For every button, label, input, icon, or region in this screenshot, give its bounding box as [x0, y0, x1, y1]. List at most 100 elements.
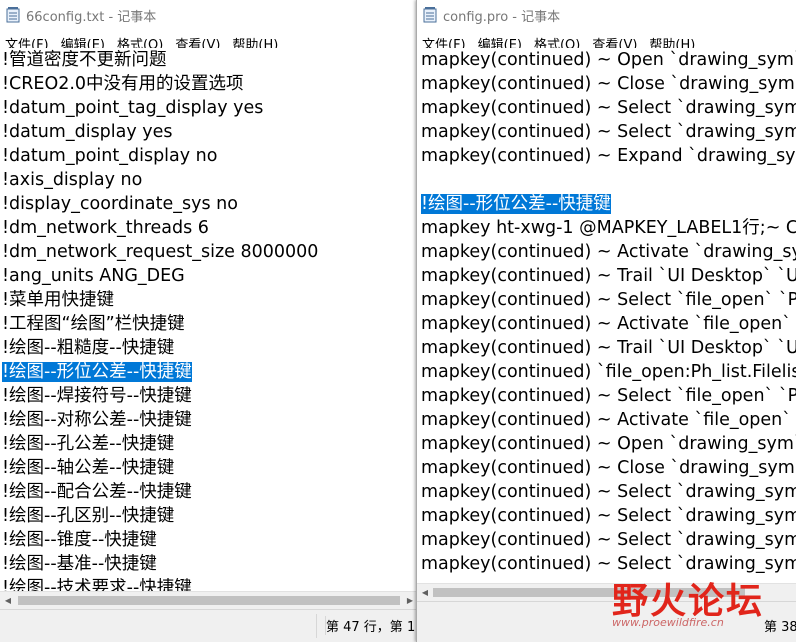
- text-line: !绘图--基准--快捷键: [0, 552, 418, 576]
- text-line: !ang_units ANG_DEG: [0, 264, 418, 288]
- text-line-content: mapkey(continued) ~ Select `file_open` `…: [421, 290, 796, 310]
- text-line: mapkey(continued) ~ Open `drawing_sym` `: [417, 432, 796, 456]
- title-bar[interactable]: 66config.txt - 记事本: [0, 0, 418, 30]
- text-line-content: mapkey(continued) ~ Activate `file_open`…: [421, 410, 796, 430]
- text-line-content: !绘图--技术要求--快捷键: [2, 578, 192, 592]
- text-line: mapkey(continued) `file_open:Ph_list.Fil…: [417, 360, 796, 384]
- scrollbar-thumb[interactable]: [18, 596, 400, 605]
- text-line-content: !管道密度不更新问题: [2, 50, 167, 70]
- text-line-content: mapkey(continued) ~ Activate `drawing_sy…: [421, 242, 796, 262]
- cursor-position: 第 47 行，第 1: [325, 616, 415, 635]
- window-title: 66config.txt - 记事本: [26, 9, 157, 25]
- text-line: !菜单用快捷键: [0, 288, 418, 312]
- window-title: config.pro - 记事本: [443, 9, 561, 25]
- text-line: mapkey(continued) ~ Select `drawing_sym`…: [417, 552, 796, 576]
- text-line-content: !绘图--粗糙度--快捷键: [2, 338, 175, 358]
- text-line-content: !绘图--锥度--快捷键: [2, 530, 157, 550]
- text-line: !绘图--技术要求--快捷键: [0, 576, 418, 592]
- scrollbar-thumb[interactable]: [433, 588, 745, 597]
- notepad-icon: [423, 7, 437, 23]
- text-line: !绘图--对称公差--快捷键: [0, 408, 418, 432]
- text-editor[interactable]: !管道密度不更新问题 !CREO2.0中没有用的设置选项 !datum_point_…: [0, 48, 418, 592]
- text-line: !绘图--锥度--快捷键: [0, 528, 418, 552]
- text-line-content: mapkey(continued) ~ Close `drawing_sym` …: [421, 74, 796, 94]
- text-line-content: !display_coordinate_sys no: [2, 194, 238, 214]
- text-line: !绘图--形位公差--快捷键: [0, 360, 418, 384]
- text-line: !绘图--粗糙度--快捷键: [0, 336, 418, 360]
- text-line: mapkey(continued) ~ Select `file_open` `…: [417, 384, 796, 408]
- text-line-content: !绘图--形位公差--快捷键: [421, 194, 611, 214]
- text-line-content: !绘图--基准--快捷键: [2, 554, 157, 574]
- notepad-window-66config: 66config.txt - 记事本 文件(F) 编辑(E) 格式(O) 查看(V) 帮…: [0, 0, 418, 642]
- horizontal-scrollbar[interactable]: ◀: [417, 583, 796, 601]
- text-line: mapkey(continued) ~ Expand `drawing_sym`: [417, 144, 796, 168]
- text-editor[interactable]: mapkey(continued) ~ Open `drawing_sym` `…: [417, 48, 796, 584]
- title-bar[interactable]: config.pro - 记事本: [417, 0, 796, 30]
- text-line: mapkey(continued) ~ Close `drawing_sym` …: [417, 72, 796, 96]
- text-line-content: !绘图--轴公差--快捷键: [2, 458, 175, 478]
- text-line: mapkey(continued) ~ Open `drawing_sym` `: [417, 48, 796, 72]
- text-line: mapkey(continued) ~ Select `drawing_sym`…: [417, 120, 796, 144]
- text-line: !绘图--轴公差--快捷键: [0, 456, 418, 480]
- text-line: !绘图--孔区别--快捷键: [0, 504, 418, 528]
- status-divider: [316, 614, 317, 638]
- text-line-content: mapkey(continued) ~ Select `drawing_sym`…: [421, 98, 796, 118]
- text-line-content: !绘图--对称公差--快捷键: [2, 410, 192, 430]
- text-line-content: !axis_display no: [2, 170, 143, 190]
- text-line-content: !绘图--孔公差--快捷键: [2, 434, 175, 454]
- text-line-content: !datum_point_tag_display yes: [2, 98, 264, 118]
- text-line: !管道密度不更新问题: [0, 48, 418, 72]
- text-line: mapkey(continued) ~ Select `drawing_sym`…: [417, 504, 796, 528]
- text-line: !工程图“绘图”栏快捷键: [0, 312, 418, 336]
- text-line-content: !dm_network_threads 6: [2, 218, 209, 238]
- text-line-content: mapkey(continued) ~ Select `drawing_sym`…: [421, 482, 796, 502]
- text-line-content: mapkey(continued) ~ Close `drawing_sym` …: [421, 458, 796, 478]
- text-line: !datum_point_display no: [0, 144, 418, 168]
- text-line-content: !绘图--配合公差--快捷键: [2, 482, 192, 502]
- text-line-content: !工程图“绘图”栏快捷键: [2, 314, 185, 334]
- text-line: mapkey(continued) ~ Trail `UI Desktop` `…: [417, 336, 796, 360]
- text-line-content: mapkey(continued) ~ Select `drawing_sym`…: [421, 506, 796, 526]
- text-line-content: mapkey(continued) ~ Select `drawing_sym`…: [421, 554, 796, 574]
- text-line-content: mapkey(continued) ~ Expand `drawing_sym`: [421, 146, 796, 166]
- text-line: mapkey ht-xwg-1 @MAPKEY_LABEL1行;~ Com: [417, 216, 796, 240]
- status-bar: 第 47 行，第 1: [0, 609, 418, 642]
- text-line: mapkey(continued) ~ Select `drawing_sym`…: [417, 528, 796, 552]
- text-line: mapkey(continued) ~ Activate `file_open`…: [417, 312, 796, 336]
- text-line: !绘图--焊接符号--快捷键: [0, 384, 418, 408]
- text-line-content: !绘图--孔区别--快捷键: [2, 506, 175, 526]
- text-line: !绘图--形位公差--快捷键: [417, 192, 796, 216]
- text-line-content: mapkey(continued) ~ Select `drawing_sym`…: [421, 122, 796, 142]
- text-line-content: mapkey ht-xwg-1 @MAPKEY_LABEL1行;~ Com: [421, 218, 796, 238]
- text-line: mapkey(continued) ~ Trail `UI Desktop` `…: [417, 264, 796, 288]
- text-line-content: !绘图--焊接符号--快捷键: [2, 386, 192, 406]
- text-line: mapkey(continued) ~ Select `drawing_sym`…: [417, 480, 796, 504]
- text-line: !display_coordinate_sys no: [0, 192, 418, 216]
- text-line-content: mapkey(continued) `file_open:Ph_list.Fil…: [421, 362, 796, 382]
- text-line: [417, 168, 796, 192]
- text-line-content: mapkey(continued) ~ Trail `UI Desktop` `…: [421, 266, 796, 286]
- text-line: !datum_point_tag_display yes: [0, 96, 418, 120]
- text-line-content: !菜单用快捷键: [2, 290, 115, 310]
- text-line-content: mapkey(continued) ~ Activate `file_open`…: [421, 314, 796, 334]
- text-line: !datum_display yes: [0, 120, 418, 144]
- text-line-content: !ang_units ANG_DEG: [2, 266, 185, 286]
- text-line-content: mapkey(continued) ~ Open `drawing_sym` `: [421, 434, 796, 454]
- status-bar: 第 385 行: [417, 601, 796, 642]
- scroll-left-arrow-icon[interactable]: ◀: [0, 592, 16, 609]
- text-line-content: mapkey(continued) ~ Select `drawing_sym`…: [421, 530, 796, 550]
- text-line-content: !CREO2.0中没有用的设置选项: [2, 74, 244, 94]
- scroll-left-arrow-icon[interactable]: ◀: [417, 584, 433, 601]
- horizontal-scrollbar[interactable]: ◀ ▶: [0, 591, 418, 609]
- text-line: mapkey(continued) ~ Close `drawing_sym` …: [417, 456, 796, 480]
- text-line-content: !dm_network_request_size 8000000: [2, 242, 319, 262]
- text-line: mapkey(continued) ~ Select `drawing_sym`…: [417, 96, 796, 120]
- text-line: mapkey(continued) ~ Select `file_open` `…: [417, 288, 796, 312]
- text-line: !CREO2.0中没有用的设置选项: [0, 72, 418, 96]
- text-line-content: mapkey(continued) ~ Open `drawing_sym` `: [421, 50, 796, 70]
- notepad-window-config-pro: config.pro - 记事本 文件(F) 编辑(E) 格式(O) 查看(V) 帮助(…: [416, 0, 796, 642]
- text-line: mapkey(continued) ~ Activate `file_open`…: [417, 408, 796, 432]
- text-line: !绘图--配合公差--快捷键: [0, 480, 418, 504]
- text-line-content: !datum_point_display no: [2, 146, 218, 166]
- text-line-content: !datum_display yes: [2, 122, 173, 142]
